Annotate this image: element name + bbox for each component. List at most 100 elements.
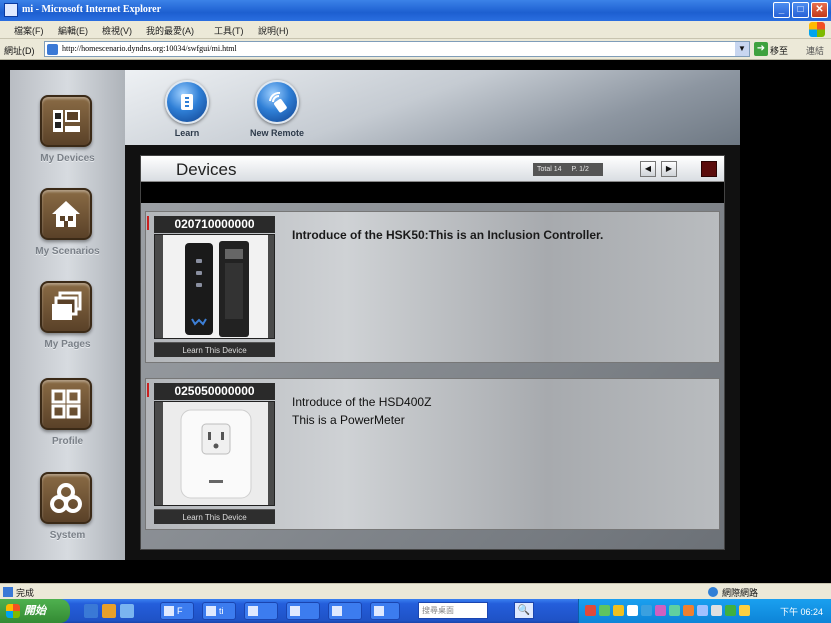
device-description: Introduce of the HSK50:This is an Inclus… bbox=[292, 226, 712, 244]
stop-button[interactable] bbox=[701, 161, 717, 177]
ie-app-icon bbox=[4, 3, 18, 17]
taskbar-window-button[interactable] bbox=[244, 602, 278, 620]
next-page-button[interactable]: ▶ bbox=[661, 161, 677, 177]
device-description-line: Introduce of the HSD400Z bbox=[292, 395, 432, 409]
sidebar-item-label: Profile bbox=[51, 436, 84, 447]
page-title: Devices bbox=[176, 160, 237, 179]
learn-button[interactable]: Learn bbox=[147, 80, 227, 140]
learn-icon bbox=[165, 80, 209, 124]
menu-edit[interactable]: 編輯(E) bbox=[58, 24, 88, 37]
taskbar-window-button[interactable] bbox=[370, 602, 400, 620]
tray-icon[interactable] bbox=[697, 605, 708, 616]
new-remote-button[interactable]: New Remote bbox=[237, 80, 317, 140]
clock: 下午 06:24 bbox=[779, 607, 823, 617]
pager-total: Total 14 bbox=[537, 166, 562, 173]
selection-marker bbox=[147, 383, 149, 397]
menu-view[interactable]: 檢視(V) bbox=[102, 24, 132, 37]
learn-label: Learn bbox=[174, 128, 200, 138]
sidebar-item-system[interactable]: System bbox=[10, 472, 125, 562]
maximize-button[interactable]: □ bbox=[792, 2, 809, 18]
windows-logo-icon bbox=[809, 22, 825, 37]
minimize-button[interactable]: _ bbox=[773, 2, 790, 18]
address-input[interactable]: http://homescenario.dyndns.org:10034/swf… bbox=[44, 41, 750, 57]
taskbar: 開始 F ti 搜尋桌面 🔍 下午 06:24 bbox=[0, 599, 831, 623]
devices-icon bbox=[40, 95, 92, 147]
quicklaunch-desktop-icon[interactable] bbox=[120, 604, 134, 618]
panel-header: Devices Total 14 P. 1/2 ◀ ▶ bbox=[141, 156, 724, 182]
network-icon[interactable] bbox=[725, 605, 736, 616]
address-label: 網址(D) bbox=[4, 46, 35, 56]
tray-icon[interactable] bbox=[585, 605, 596, 616]
device-id: 020710000000 bbox=[154, 216, 275, 233]
pages-icon bbox=[40, 281, 92, 333]
window-titlebar: mi - Microsoft Internet Explorer _ □ ✕ bbox=[0, 0, 831, 21]
sidebar-item-label: System bbox=[49, 530, 86, 541]
main-content: Devices Total 14 P. 1/2 ◀ ▶ 020710000000 bbox=[125, 145, 740, 560]
search-icon[interactable]: 🔍 bbox=[514, 602, 534, 619]
tray-icon[interactable] bbox=[655, 605, 666, 616]
status-bar: 完成 網際網路 bbox=[0, 583, 831, 599]
sidebar-item-my-devices[interactable]: My Devices bbox=[10, 95, 125, 185]
system-tray: 下午 06:24 bbox=[578, 599, 831, 623]
start-button[interactable]: 開始 bbox=[0, 599, 70, 623]
quicklaunch-folder-icon[interactable] bbox=[102, 604, 116, 618]
learn-this-device-button[interactable]: Learn This Device bbox=[154, 509, 275, 524]
sidebar-item-profile[interactable]: Profile bbox=[10, 378, 125, 468]
address-bar: 網址(D) http://homescenario.dyndns.org:100… bbox=[0, 39, 831, 60]
taskbar-window-button[interactable]: F bbox=[160, 602, 194, 620]
go-arrow-icon[interactable]: ➜ bbox=[754, 42, 768, 56]
device-card[interactable]: 025050000000 Learn This Device Introduce… bbox=[145, 378, 720, 530]
taskbar-window-button[interactable] bbox=[328, 602, 362, 620]
go-button[interactable]: 移至 bbox=[770, 44, 788, 57]
profile-grid-icon bbox=[40, 378, 92, 430]
address-dropdown-icon[interactable]: ▼ bbox=[735, 42, 749, 56]
new-remote-label: New Remote bbox=[249, 128, 304, 138]
internet-zone-icon bbox=[708, 587, 718, 597]
links-button[interactable]: 連結 bbox=[806, 44, 824, 57]
page-icon bbox=[47, 44, 58, 55]
device-description: Introduce of the HSD400Z This is a Power… bbox=[292, 393, 712, 429]
learn-this-device-button[interactable]: Learn This Device bbox=[154, 342, 275, 357]
tray-icon[interactable] bbox=[669, 605, 680, 616]
pager-info: Total 14 P. 1/2 bbox=[533, 163, 603, 176]
tray-icon[interactable] bbox=[683, 605, 694, 616]
prev-page-button[interactable]: ◀ bbox=[640, 161, 656, 177]
tray-icon[interactable] bbox=[599, 605, 610, 616]
window-title: mi - Microsoft Internet Explorer bbox=[22, 4, 162, 15]
power-meter-plug-image bbox=[154, 401, 275, 506]
device-description-line: Introduce of the HSK50:This is an Inclus… bbox=[292, 228, 604, 242]
remote-controller-image bbox=[154, 234, 275, 339]
address-url[interactable]: http://homescenario.dyndns.org:10034/swf… bbox=[62, 44, 237, 53]
volume-icon[interactable] bbox=[711, 605, 722, 616]
tray-icon[interactable] bbox=[613, 605, 624, 616]
taskbar-window-button[interactable] bbox=[286, 602, 320, 620]
sidebar-item-my-scenarios[interactable]: My Scenarios bbox=[10, 188, 125, 278]
windows-flag-icon bbox=[6, 604, 20, 618]
menu-favorites[interactable]: 我的最愛(A) bbox=[146, 24, 194, 37]
tray-icon[interactable] bbox=[739, 605, 750, 616]
tray-icon[interactable] bbox=[627, 605, 638, 616]
quicklaunch-ie-icon[interactable] bbox=[84, 604, 98, 618]
house-icon bbox=[40, 188, 92, 240]
device-card[interactable]: 020710000000 Learn This Device Introduce… bbox=[145, 211, 720, 363]
panel-header-strip bbox=[141, 182, 724, 203]
sidebar-item-label: My Pages bbox=[44, 339, 91, 350]
remote-signal-icon bbox=[255, 80, 299, 124]
menu-tools[interactable]: 工具(T) bbox=[214, 24, 244, 37]
pager-page: P. 1/2 bbox=[571, 166, 589, 173]
sidebar-item-label: My Scenarios bbox=[35, 246, 100, 257]
device-id: 025050000000 bbox=[154, 383, 275, 400]
tray-icon[interactable] bbox=[641, 605, 652, 616]
taskbar-window-button[interactable]: ti bbox=[202, 602, 236, 620]
desktop-search-input[interactable]: 搜尋桌面 bbox=[418, 602, 488, 619]
empty-page-area bbox=[740, 60, 831, 583]
menubar: 檔案(F) 編輯(E) 檢視(V) 我的最愛(A) 工具(T) 說明(H) bbox=[0, 21, 831, 39]
sidebar-item-my-pages[interactable]: My Pages bbox=[10, 281, 125, 371]
menu-file[interactable]: 檔案(F) bbox=[14, 24, 44, 37]
sidebar: My Devices My Scenarios My Pages Profile… bbox=[10, 70, 125, 560]
status-text: 完成 bbox=[16, 588, 35, 598]
home-scenario-app: My Devices My Scenarios My Pages Profile… bbox=[10, 70, 740, 560]
menu-help[interactable]: 說明(H) bbox=[258, 24, 289, 37]
selection-marker bbox=[147, 216, 149, 230]
close-button[interactable]: ✕ bbox=[811, 2, 828, 18]
